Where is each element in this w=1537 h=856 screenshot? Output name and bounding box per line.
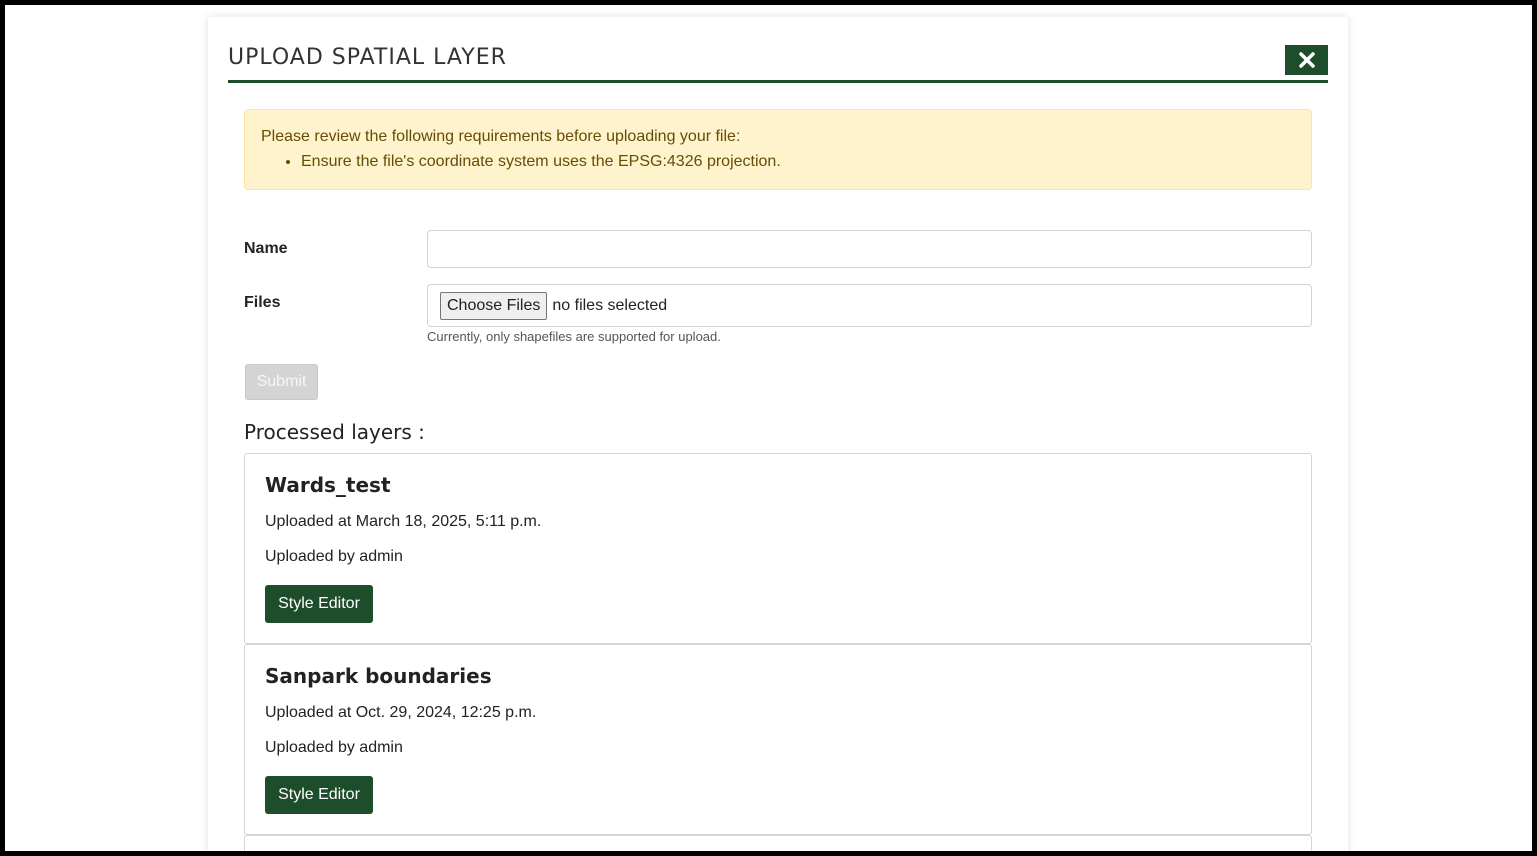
alert-item: Ensure the file's coordinate system uses… [301, 152, 1295, 172]
file-status: no files selected [552, 296, 668, 314]
processed-layers-list: Wards_test Uploaded at March 18, 2025, 5… [244, 453, 1312, 856]
processed-layers-title: Processed layers : [244, 420, 425, 444]
style-editor-button[interactable]: Style Editor [265, 776, 373, 814]
close-button[interactable] [1285, 45, 1328, 75]
alert-intro: Please review the following requirements… [261, 128, 741, 145]
style-editor-button[interactable]: Style Editor [265, 585, 373, 623]
modal-title: UPLOAD SPATIAL LAYER [228, 45, 507, 70]
close-icon [1298, 52, 1315, 68]
layer-card: Sanpark boundaries Uploaded at Oct. 29, … [244, 644, 1312, 835]
layer-uploaded-by: Uploaded by admin [265, 548, 403, 565]
layer-name: Wards_test [265, 473, 391, 497]
layer-card: Wards_test Uploaded at March 18, 2025, 5… [244, 453, 1312, 644]
files-help-text: Currently, only shapefiles are supported… [427, 329, 721, 344]
name-label: Name [244, 240, 288, 257]
name-input[interactable] [427, 230, 1312, 268]
files-label: Files [244, 294, 281, 311]
modal-header: UPLOAD SPATIAL LAYER [228, 45, 1328, 83]
submit-button[interactable]: Submit [245, 364, 318, 400]
upload-modal: UPLOAD SPATIAL LAYER Please review the f… [208, 17, 1348, 856]
layer-card [244, 835, 1312, 856]
name-row: Name [244, 230, 1312, 268]
layer-uploaded-by: Uploaded by admin [265, 739, 403, 756]
layer-uploaded-at: Uploaded at Oct. 29, 2024, 12:25 p.m. [265, 704, 537, 721]
layer-uploaded-at: Uploaded at March 18, 2025, 5:11 p.m. [265, 513, 542, 530]
files-row: Files Choose Files no files selected Cur… [244, 284, 1312, 354]
requirements-alert: Please review the following requirements… [244, 109, 1312, 190]
alert-list: Ensure the file's coordinate system uses… [261, 152, 1295, 172]
file-input[interactable]: Choose Files no files selected [427, 284, 1312, 327]
layer-name: Sanpark boundaries [265, 664, 492, 688]
choose-files-button[interactable]: Choose Files [440, 291, 548, 320]
